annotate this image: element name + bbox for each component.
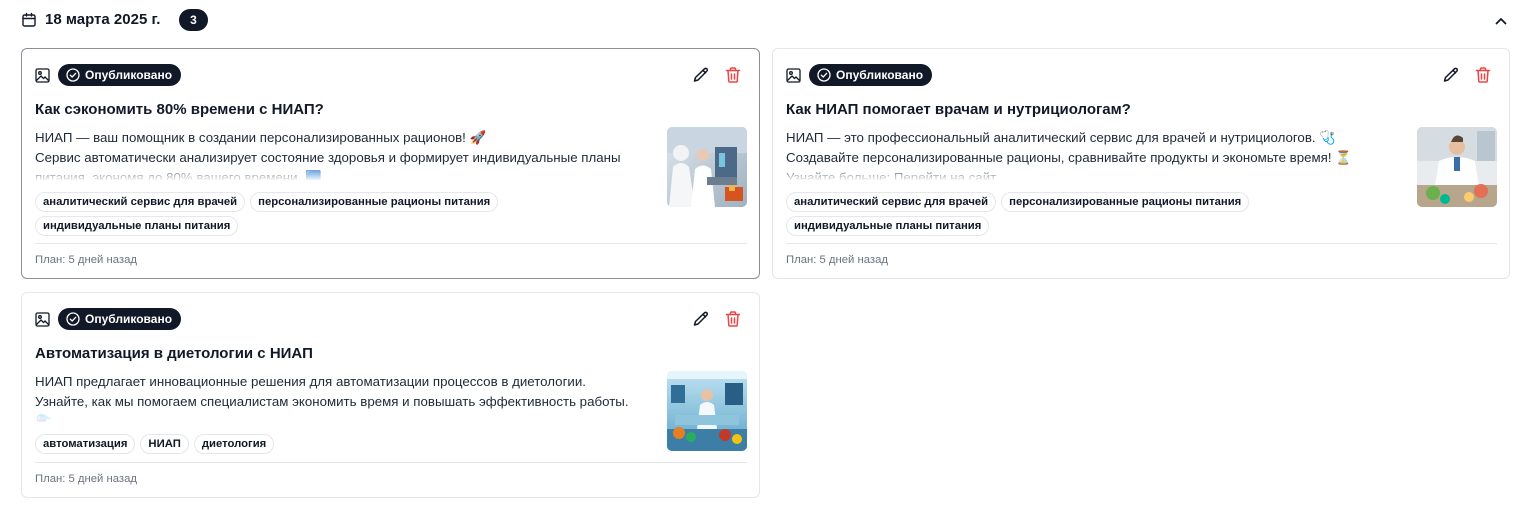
post-text-line: Узнайте, как мы помогаем специалистам эк… bbox=[35, 394, 629, 409]
post-text: НИАП предлагает инновационные решения дл… bbox=[35, 372, 651, 422]
status-badge: Опубликовано bbox=[58, 308, 182, 330]
post-text-line: НИАП предлагает инновационные решения дл… bbox=[35, 374, 586, 389]
image-icon bbox=[35, 68, 50, 83]
tag[interactable]: персонализированные рационы питания bbox=[250, 192, 499, 212]
post-image bbox=[1417, 127, 1497, 207]
check-circle-icon bbox=[817, 68, 831, 82]
post-text-line: НИАП — ваш помощник в создании персонали… bbox=[35, 130, 487, 145]
post-text-line: питания, экономя до 80% вашего времени. … bbox=[35, 170, 322, 180]
tag[interactable]: аналитический сервис для врачей bbox=[786, 192, 997, 212]
status-label: Опубликовано bbox=[85, 312, 173, 326]
tag[interactable]: диетология bbox=[193, 434, 275, 454]
post-text-line: Создавайте персонализированные рационы, … bbox=[786, 150, 1352, 165]
tag[interactable]: автоматизация bbox=[35, 434, 136, 454]
calendar-icon bbox=[22, 12, 36, 27]
post-card[interactable]: Опубликовано Как сэкономить 80% времени … bbox=[21, 48, 760, 279]
check-circle-icon bbox=[66, 312, 80, 326]
post-title: Автоматизация в диетологии с НИАП bbox=[35, 345, 313, 362]
pencil-icon[interactable] bbox=[692, 66, 710, 84]
group-date: 18 марта 2025 г. bbox=[45, 11, 161, 28]
plan-date: План: 5 дней назад bbox=[786, 254, 888, 266]
post-text-line: Узнайте больше: Перейти на сайт bbox=[786, 170, 997, 180]
tag[interactable]: индивидуальные планы питания bbox=[35, 216, 239, 236]
tag-list: аналитический сервис для врачей персонал… bbox=[786, 192, 1426, 236]
post-image bbox=[667, 127, 747, 207]
tag[interactable]: аналитический сервис для врачей bbox=[35, 192, 246, 212]
trash-icon[interactable] bbox=[1474, 66, 1492, 84]
status-badge: Опубликовано bbox=[809, 64, 933, 86]
post-text-line: ⚗️ bbox=[35, 414, 52, 422]
post-text-line: НИАП — это профессиональный аналитически… bbox=[786, 130, 1336, 145]
divider bbox=[35, 243, 747, 244]
image-icon bbox=[35, 312, 50, 327]
post-text: НИАП — ваш помощник в создании персонали… bbox=[35, 128, 651, 180]
status-badge: Опубликовано bbox=[58, 64, 182, 86]
divider bbox=[35, 462, 747, 463]
tag-list: автоматизация НИАП диетология bbox=[35, 434, 675, 454]
status-label: Опубликовано bbox=[85, 68, 173, 82]
plan-date: План: 5 дней назад bbox=[35, 473, 137, 485]
trash-icon[interactable] bbox=[724, 310, 742, 328]
post-title: Как НИАП помогает врачам и нутрициологам… bbox=[786, 101, 1131, 118]
post-title: Как сэкономить 80% времени с НИАП? bbox=[35, 101, 324, 118]
tag-list: аналитический сервис для врачей персонал… bbox=[35, 192, 675, 236]
check-circle-icon bbox=[66, 68, 80, 82]
pencil-icon[interactable] bbox=[692, 310, 710, 328]
tag[interactable]: НИАП bbox=[140, 434, 189, 454]
post-count-badge: 3 bbox=[179, 9, 208, 31]
tag[interactable]: персонализированные рационы питания bbox=[1001, 192, 1250, 212]
divider bbox=[786, 243, 1497, 244]
status-label: Опубликовано bbox=[836, 68, 924, 82]
image-icon bbox=[786, 68, 801, 83]
chevron-up-icon[interactable] bbox=[1492, 12, 1510, 30]
post-text-line: Сервис автоматически анализирует состоян… bbox=[35, 150, 621, 165]
plan-date: План: 5 дней назад bbox=[35, 254, 137, 266]
post-text: НИАП — это профессиональный аналитически… bbox=[786, 128, 1402, 180]
post-card[interactable]: Опубликовано Как НИАП помогает врачам и … bbox=[772, 48, 1510, 279]
trash-icon[interactable] bbox=[724, 66, 742, 84]
tag[interactable]: индивидуальные планы питания bbox=[786, 216, 990, 236]
post-image bbox=[667, 371, 747, 451]
pencil-icon[interactable] bbox=[1442, 66, 1460, 84]
date-group-header: 18 марта 2025 г. 3 bbox=[0, 0, 1529, 40]
post-card[interactable]: Опубликовано Автоматизация в диетологии … bbox=[21, 292, 760, 498]
